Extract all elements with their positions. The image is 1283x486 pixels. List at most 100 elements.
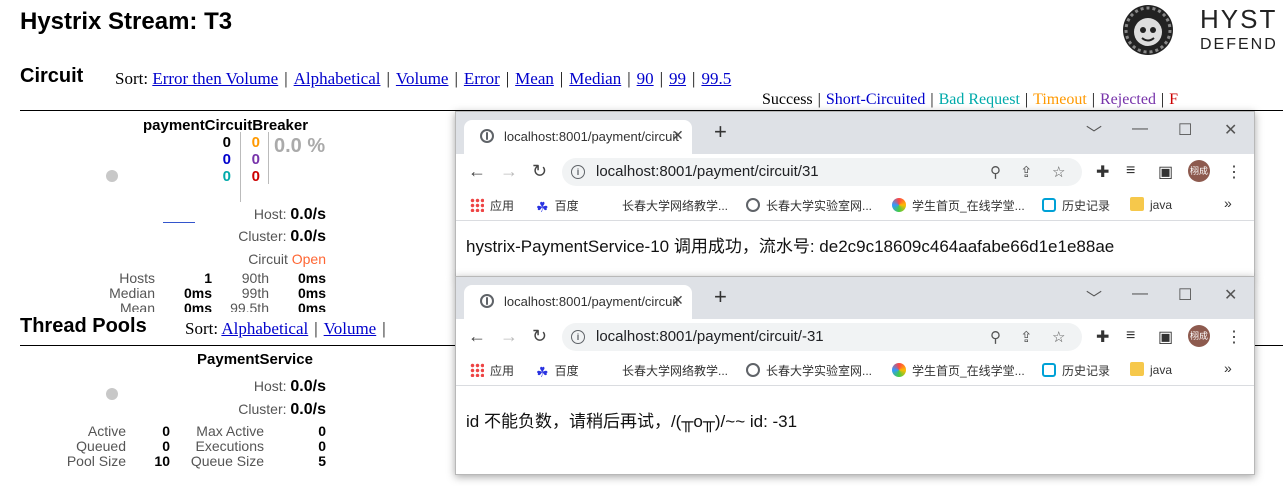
- back-arrow-icon[interactable]: ←: [468, 326, 486, 347]
- tab-strip: localhost:8001/payment/circuit ✕ + ﹀ — ☐…: [456, 277, 1254, 319]
- bookmark-label: 长春大学实验室网...: [766, 364, 873, 378]
- profile-avatar[interactable]: 栩成: [1188, 325, 1210, 347]
- hystrix-logo: HYST DEFEND: [1118, 0, 1283, 60]
- stat-label: Queued: [76, 438, 126, 454]
- media-queue-icon[interactable]: ≡: [1126, 327, 1135, 345]
- menu-kebab-icon[interactable]: ⋮: [1226, 162, 1242, 182]
- bookmark-item[interactable]: ☘ 百度: [536, 197, 579, 215]
- share-icon[interactable]: ⇪: [1020, 163, 1033, 181]
- stat-row: Hosts 1 90th 0ms: [80, 271, 330, 286]
- window-close-icon[interactable]: ✕: [1224, 120, 1237, 140]
- count-failure: 0: [251, 168, 260, 185]
- count-short-circuited: 0: [222, 151, 231, 168]
- bookmark-item[interactable]: 长春大学网络教学...: [602, 197, 728, 214]
- circuit-status-row: Circuit Open: [170, 251, 326, 267]
- bookmark-item[interactable]: java: [1130, 362, 1172, 377]
- share-icon[interactable]: ⇪: [1020, 328, 1033, 346]
- browser-tab[interactable]: localhost:8001/payment/circuit ✕: [464, 285, 692, 319]
- address-bar[interactable]: i localhost:8001/payment/circuit/-31 ⚲ ⇪…: [562, 323, 1082, 351]
- page-title: Hystrix Stream: T3: [20, 8, 233, 35]
- bookmark-item[interactable]: java: [1130, 197, 1172, 212]
- sort-alphabetical[interactable]: Alphabetical: [294, 69, 381, 88]
- tp-sort-alphabetical[interactable]: Alphabetical: [221, 319, 308, 338]
- sort-error-then-volume[interactable]: Error then Volume: [152, 69, 278, 88]
- info-icon[interactable]: i: [571, 330, 585, 344]
- zoom-icon[interactable]: ⚲: [990, 163, 1001, 181]
- bookmark-item[interactable]: 学生首页_在线学堂...: [892, 362, 1025, 379]
- forward-arrow-icon[interactable]: →: [500, 326, 518, 347]
- stat-row: Pool Size 10 Queue Size 5: [60, 454, 330, 469]
- bookmark-label: java: [1150, 198, 1173, 212]
- bookmark-label: 应用: [490, 199, 515, 213]
- sort-median[interactable]: Median: [569, 69, 621, 88]
- maximize-icon[interactable]: ☐: [1178, 120, 1192, 140]
- thread-pool-card: PaymentService Host: 0.0/s Cluster: 0.0/…: [20, 347, 330, 477]
- media-queue-icon[interactable]: ≡: [1126, 162, 1135, 180]
- tab-title: localhost:8001/payment/circuit: [504, 294, 679, 309]
- stat-label: Max Active: [196, 423, 264, 439]
- bookmarks-overflow-icon[interactable]: »: [1224, 195, 1232, 211]
- side-panel-icon[interactable]: ▣: [1158, 327, 1173, 347]
- tab-search-chevron-icon[interactable]: ﹀: [1086, 285, 1102, 309]
- bookmark-star-icon[interactable]: ☆: [1052, 163, 1065, 181]
- window-close-icon[interactable]: ✕: [1224, 285, 1237, 305]
- new-tab-icon[interactable]: +: [714, 121, 727, 143]
- bookmark-item[interactable]: 应用: [470, 362, 514, 379]
- tp-sort-volume[interactable]: Volume: [324, 319, 377, 338]
- bookmark-item[interactable]: ☘ 百度: [536, 362, 579, 380]
- zoom-icon[interactable]: ⚲: [990, 328, 1001, 346]
- bookmarks-overflow-icon[interactable]: »: [1224, 360, 1232, 376]
- tab-close-icon[interactable]: ✕: [672, 292, 684, 309]
- info-icon[interactable]: i: [571, 165, 585, 179]
- new-tab-icon[interactable]: +: [714, 286, 727, 308]
- stat-value: 5: [318, 453, 326, 469]
- tab-close-icon[interactable]: ✕: [672, 127, 684, 144]
- cluster-rate: 0.0/s: [290, 401, 326, 418]
- profile-avatar[interactable]: 栩成: [1188, 160, 1210, 182]
- address-bar[interactable]: i localhost:8001/payment/circuit/31 ⚲ ⇪ …: [562, 158, 1082, 186]
- sort-90[interactable]: 90: [637, 69, 654, 88]
- bookmark-item[interactable]: 应用: [470, 197, 514, 214]
- sort-99[interactable]: 99: [669, 69, 686, 88]
- bookmark-item[interactable]: 历史记录: [1042, 362, 1110, 379]
- back-arrow-icon[interactable]: ←: [468, 161, 486, 182]
- apps-grid-icon: [470, 198, 484, 212]
- bookmark-item[interactable]: 学生首页_在线学堂...: [892, 197, 1025, 214]
- tab-search-chevron-icon[interactable]: ﹀: [1086, 120, 1102, 144]
- thread-pool-name: PaymentService: [197, 351, 313, 368]
- folder-icon: [1130, 197, 1144, 211]
- bookmark-item[interactable]: 长春大学网络教学...: [602, 362, 728, 379]
- error-percentage: 0.0 %: [274, 135, 326, 157]
- apps-grid-icon: [470, 363, 484, 377]
- reload-icon[interactable]: ↻: [532, 161, 547, 182]
- sort-label: Sort:: [115, 69, 149, 88]
- menu-kebab-icon[interactable]: ⋮: [1226, 327, 1242, 347]
- bookmarks-bar: 应用 ☘ 百度 长春大学网络教学... 长春大学实验室网... 学生首页_在线学堂…: [456, 190, 1254, 221]
- thread-pool-health-indicator: [106, 388, 118, 400]
- bookmark-item[interactable]: 长春大学实验室网...: [746, 362, 872, 379]
- bookmark-label: 应用: [490, 364, 515, 378]
- sort-99-5[interactable]: 99.5: [701, 69, 731, 88]
- sort-error[interactable]: Error: [464, 69, 500, 88]
- side-panel-icon[interactable]: ▣: [1158, 162, 1173, 182]
- extensions-puzzle-icon[interactable]: ✚: [1096, 327, 1109, 347]
- bookmark-star-icon[interactable]: ☆: [1052, 328, 1065, 346]
- stat-label: Pool Size: [66, 453, 126, 469]
- extensions-puzzle-icon[interactable]: ✚: [1096, 162, 1109, 182]
- sort-mean[interactable]: Mean: [515, 69, 554, 88]
- bookmark-item[interactable]: 长春大学实验室网...: [746, 197, 872, 214]
- browser-tab[interactable]: localhost:8001/payment/circuit ✕: [464, 120, 692, 154]
- minimize-icon[interactable]: —: [1132, 285, 1148, 303]
- maximize-icon[interactable]: ☐: [1178, 285, 1192, 305]
- minimize-icon[interactable]: —: [1132, 120, 1148, 138]
- legend-bad-request: Bad Request: [938, 91, 1020, 108]
- legend-failure: F: [1169, 91, 1179, 108]
- page-response-text: id 不能负数，请稍后再试，/(╥o╥)/~~ id: -31: [466, 412, 798, 431]
- forward-arrow-icon[interactable]: →: [500, 161, 518, 182]
- legend-success: Success: [762, 91, 813, 108]
- stat-value: 0: [162, 423, 170, 439]
- bookmark-item[interactable]: 历史记录: [1042, 197, 1110, 214]
- sort-volume[interactable]: Volume: [396, 69, 449, 88]
- logo-text-bottom: DEFEND: [1200, 36, 1278, 53]
- reload-icon[interactable]: ↻: [532, 326, 547, 347]
